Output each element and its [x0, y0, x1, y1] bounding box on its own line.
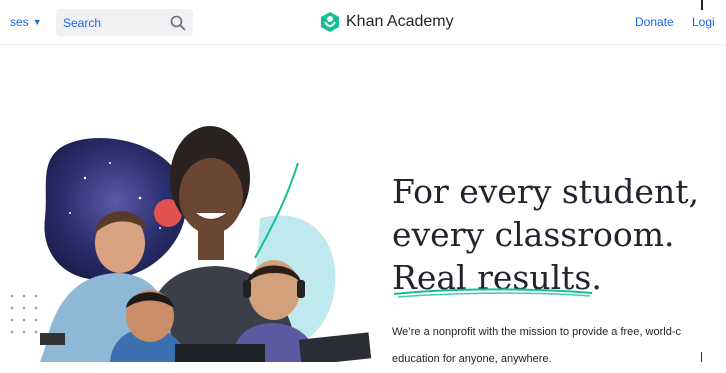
headline-line-1: For every student, [392, 172, 699, 211]
donate-link[interactable]: Donate [635, 15, 674, 29]
top-navigation: ses ▼ Search Khan Academy Donate Logi [0, 0, 726, 45]
khan-academy-logo[interactable]: Khan Academy [320, 11, 454, 33]
chevron-down-icon: ▼ [32, 17, 42, 27]
logo-text: Khan Academy [346, 13, 454, 30]
window-edge-marker [701, 0, 703, 10]
courses-menu-button[interactable]: ses ▼ [10, 15, 42, 29]
hero-headline: For every student, every classroom. Real… [392, 170, 699, 299]
search-placeholder: Search [63, 16, 102, 30]
courses-label: ses [10, 15, 29, 29]
headline-underline-swoosh [393, 288, 593, 298]
subtext-line-2: education for anyone, anywhere. [392, 353, 552, 365]
login-link[interactable]: Logi [692, 15, 715, 29]
window-edge-marker-bottom [701, 352, 702, 362]
subtext-line-1: We’re a nonprofit with the mission to pr… [392, 326, 681, 338]
hero-illustration [10, 126, 372, 362]
search-icon [170, 15, 186, 31]
search-input[interactable]: Search [56, 9, 193, 36]
khan-academy-logo-icon [321, 12, 339, 32]
headline-line-2: every classroom. [392, 215, 675, 254]
hero-subtext: We’re a nonprofit with the mission to pr… [392, 319, 681, 373]
